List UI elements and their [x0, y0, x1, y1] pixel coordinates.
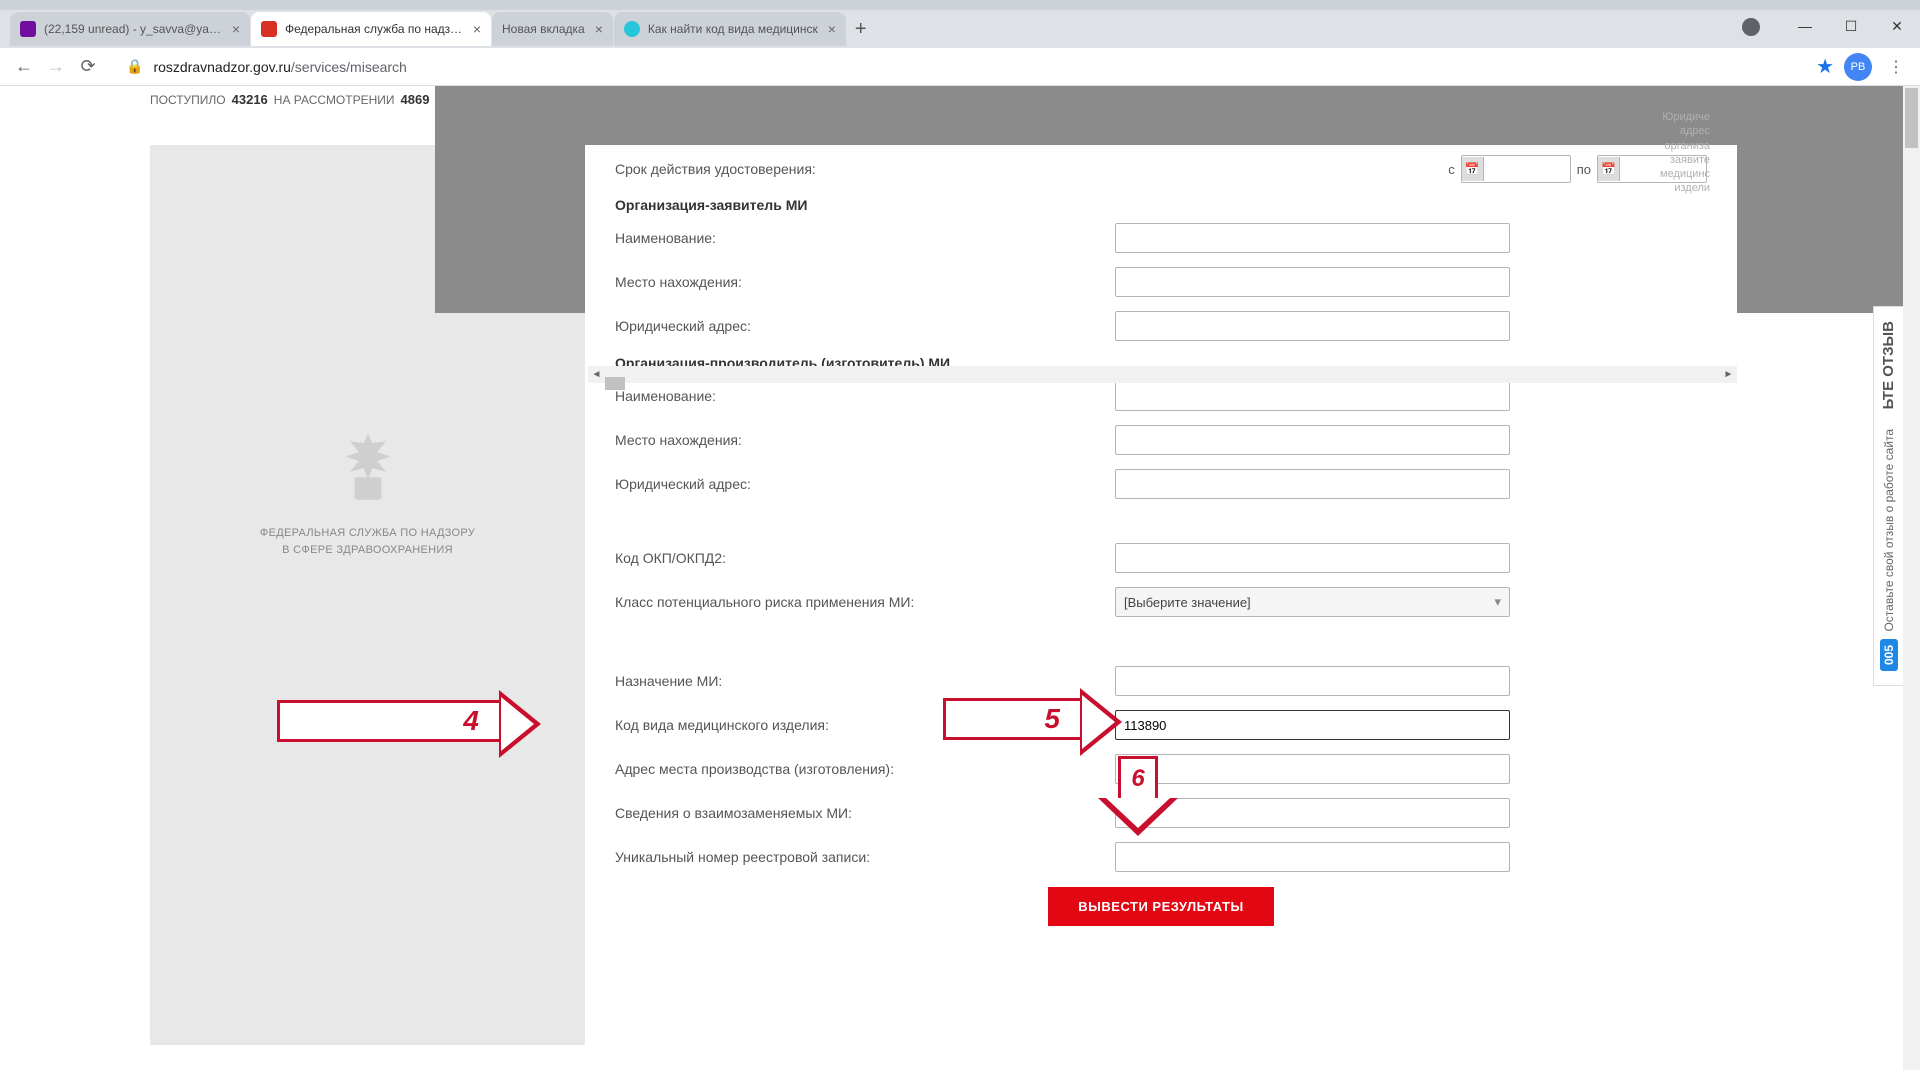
back-button[interactable]: ← [8, 51, 40, 83]
banner-tab-doctor[interactable]: ВРАЧ› [585, 113, 969, 145]
forward-button[interactable]: → [40, 51, 72, 83]
lock-icon: 🔒 [126, 58, 143, 75]
chevron-right-icon: › [931, 118, 953, 140]
feedback-text: Оставьте свой отзыв о работе сайта [1882, 429, 1896, 632]
menu-button[interactable]: ⋮ [1880, 57, 1912, 77]
label-mfr-legal-addr: Юридический адрес: [615, 476, 1115, 492]
label-date-from: с [1448, 162, 1455, 177]
close-icon[interactable]: × [595, 21, 603, 37]
tab-title: Как найти код вида медицинск [648, 22, 818, 36]
site-icon [261, 21, 277, 37]
clipped-text: Юридиче адрес организа заявите медицинс … [1660, 110, 1710, 196]
label-purpose: Назначение МИ: [615, 673, 1115, 689]
sidebar: ФЕДЕРАЛЬНАЯ СЛУЖБА ПО НАДЗОРУ В СФЕРЕ ЗД… [150, 145, 585, 1045]
minimize-button[interactable]: — [1782, 10, 1828, 42]
feedback-cut-text: ЬТЕ ОТЗЫВ [1880, 321, 1897, 409]
label-prod-addr: Адрес места производства (изготовления): [615, 761, 1115, 777]
address-bar[interactable]: 🔒 roszdravnadzor.gov.ru/services/misearc… [114, 54, 1806, 79]
label-applicant-location: Место нахождения: [615, 274, 1115, 290]
url-path: /services/misearch [291, 59, 407, 75]
org-name-line2: В СФЕРЕ ЗДРАВООХРАНЕНИЯ [150, 542, 585, 559]
label-interchangeable: Сведения о взаимозаменяемых МИ: [615, 805, 1115, 821]
chevron-down-icon: ▾ [1494, 594, 1501, 610]
risk-class-select[interactable]: [Выберите значение]▾ [1115, 587, 1510, 617]
code-type-input[interactable] [1115, 710, 1510, 740]
tab-title: Федеральная служба по надзор [285, 22, 463, 36]
stats-bar: ПОСТУПИЛО 43216 НА РАССМОТРЕНИИ 4869 РЕШ… [130, 86, 1920, 113]
registry-id-input[interactable] [1115, 842, 1510, 872]
new-tab-button[interactable]: + [855, 18, 867, 41]
feedback-badge: 005 [1880, 639, 1898, 671]
emblem-icon [323, 425, 413, 515]
org-name-line1: ФЕДЕРАЛЬНАЯ СЛУЖБА ПО НАДЗОРУ [150, 525, 585, 542]
profile-indicator-icon[interactable] [1742, 18, 1760, 36]
label-applicant-legal-addr: Юридический адрес: [615, 318, 1115, 334]
label-mfr-name: Наименование: [615, 388, 1115, 404]
close-icon[interactable]: × [473, 21, 481, 37]
tab-roszdravnadzor[interactable]: Федеральная служба по надзор × [251, 12, 491, 46]
applicant-legal-addr-input[interactable] [1115, 311, 1510, 341]
feedback-tab[interactable]: ЬТЕ ОТЗЫВ Оставьте свой отзыв о работе с… [1873, 306, 1903, 686]
label-applicant-name: Наименование: [615, 230, 1115, 246]
applicant-location-input[interactable] [1115, 267, 1510, 297]
site-icon [624, 21, 640, 37]
close-icon[interactable]: × [828, 21, 836, 37]
label-code-type: Код вида медицинского изделия: [615, 717, 1115, 733]
interchangeable-input[interactable] [1115, 798, 1510, 828]
banner-tabs: ВРАЧ› ПАЦИЕНТ› ЗАЯВИТЕЛЬ› [585, 113, 1737, 145]
purpose-input[interactable] [1115, 666, 1510, 696]
okp-input[interactable] [1115, 543, 1510, 573]
applicant-name-input[interactable] [1115, 223, 1510, 253]
reload-button[interactable]: ⟳ [72, 51, 104, 83]
maximize-button[interactable]: ☐ [1828, 10, 1874, 42]
scroll-left-icon[interactable]: ◄ [588, 366, 605, 383]
tab-newtab[interactable]: Новая вкладка × [492, 12, 613, 46]
bookmark-icon[interactable]: ★ [1816, 54, 1834, 79]
tab-title: (22,159 unread) - y_savva@yaho [44, 22, 222, 36]
tab-howto[interactable]: Как найти код вида медицинск × [614, 12, 846, 46]
label-date-to: по [1577, 162, 1591, 177]
banner-tab-patient[interactable]: ПАЦИЕНТ› [969, 113, 1353, 145]
mail-icon [20, 21, 36, 37]
chevron-right-icon: › [1316, 118, 1338, 140]
label-risk-class: Класс потенциального риска применения МИ… [615, 594, 1115, 610]
vertical-scrollbar[interactable] [1903, 86, 1920, 1070]
section-applicant: Организация-заявитель МИ [615, 197, 1115, 213]
horizontal-scrollbar[interactable]: ◄ ► [588, 366, 1737, 383]
profile-button[interactable]: РВ [1844, 53, 1872, 81]
mfr-legal-addr-input[interactable] [1115, 469, 1510, 499]
date-from-input[interactable]: 📅 [1461, 155, 1571, 183]
url-host: roszdravnadzor.gov.ru [153, 59, 290, 75]
label-registry-id: Уникальный номер реестровой записи: [615, 849, 1115, 865]
label-okp: Код ОКП/ОКПД2: [615, 550, 1115, 566]
tab-mail[interactable]: (22,159 unread) - y_savva@yaho × [10, 12, 250, 46]
submit-button[interactable]: ВЫВЕСТИ РЕЗУЛЬТАТЫ [1048, 887, 1273, 926]
close-window-button[interactable]: ✕ [1874, 10, 1920, 42]
mfr-location-input[interactable] [1115, 425, 1510, 455]
tab-title: Новая вкладка [502, 22, 585, 36]
calendar-icon: 📅 [1462, 157, 1484, 181]
calendar-icon: 📅 [1598, 157, 1620, 181]
close-icon[interactable]: × [232, 21, 240, 37]
label-cert-validity: Срок действия удостоверения: [615, 161, 1115, 177]
label-mfr-location: Место нахождения: [615, 432, 1115, 448]
scroll-right-icon[interactable]: ► [1720, 366, 1737, 383]
mfr-name-input[interactable] [1115, 381, 1510, 411]
prod-addr-input[interactable] [1115, 754, 1510, 784]
